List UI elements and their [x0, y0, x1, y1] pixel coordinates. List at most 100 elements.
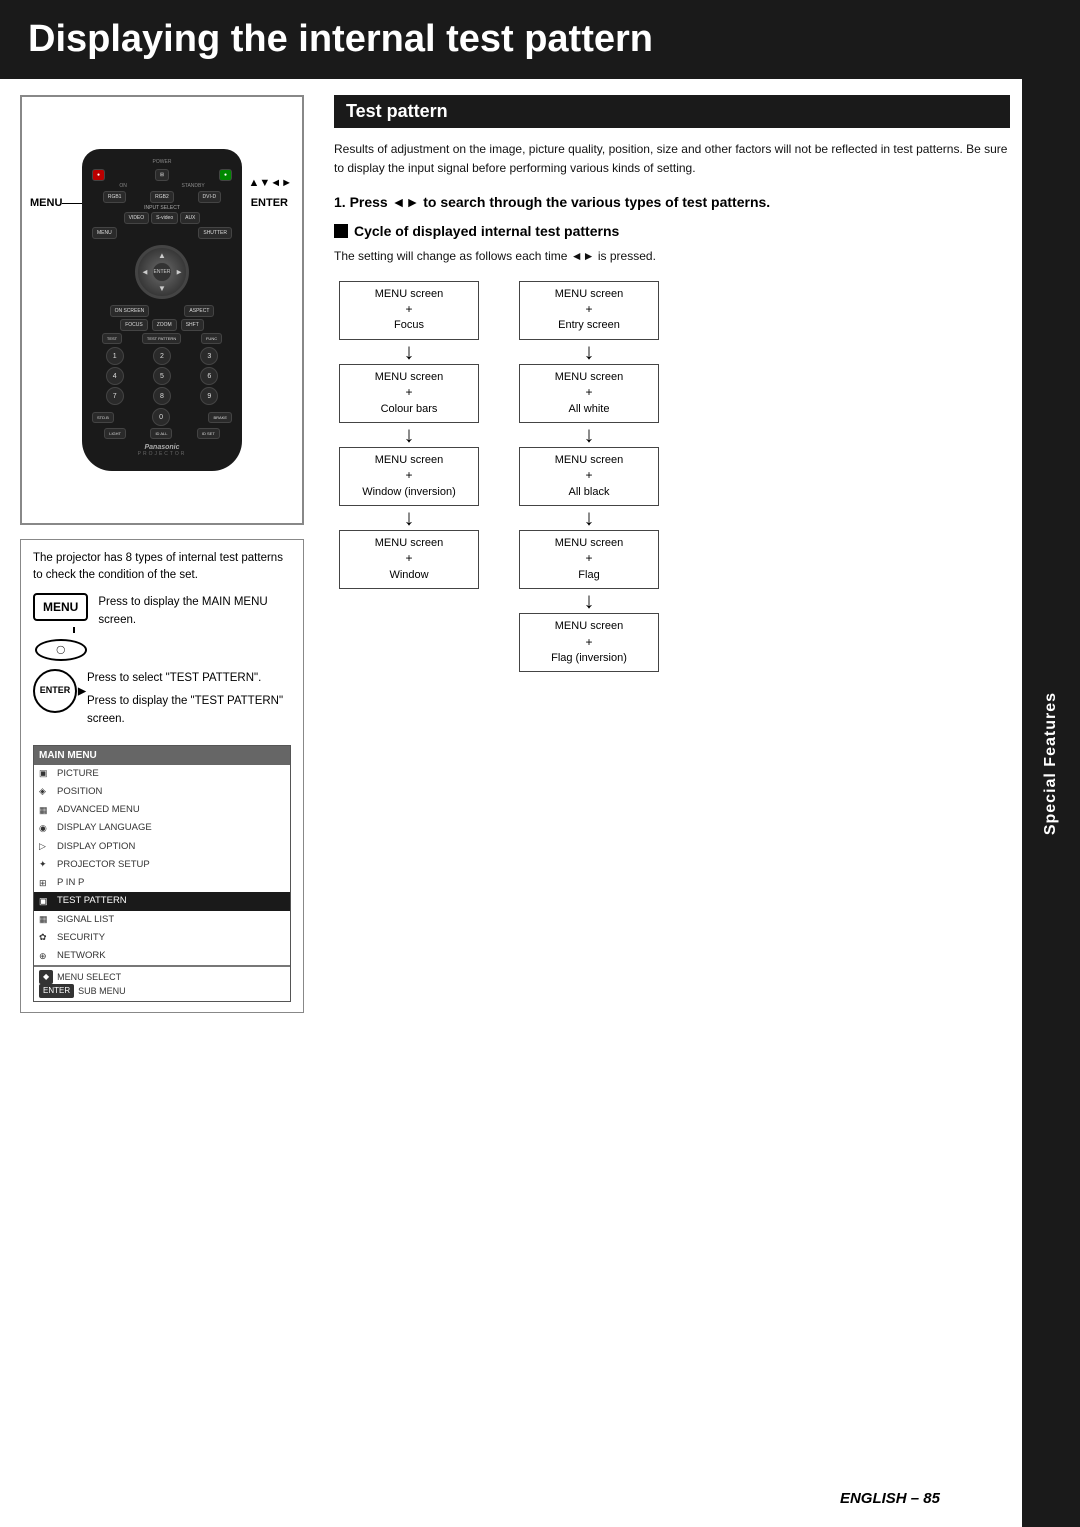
- language-label: DISPLAY LANGUAGE: [57, 821, 152, 835]
- signal-list-icon: ▦: [39, 913, 53, 927]
- security-label: SECURITY: [57, 931, 105, 945]
- all-white-line3: All white: [569, 403, 610, 415]
- menu-btn-group: MENU ◯: [33, 593, 88, 661]
- step-1-text: Press ◄► to search through the various t…: [350, 194, 771, 210]
- security-icon: ✿: [39, 931, 53, 945]
- menu-button-icon: MENU: [33, 593, 88, 621]
- network-icon: ⊕: [39, 950, 53, 964]
- flow-node-colour-bars: MENU screen + Colour bars: [339, 364, 479, 423]
- menu-select-label: MENU SELECT: [57, 971, 121, 985]
- menu-item-display-option: ▷ DISPLAY OPTION: [34, 838, 290, 856]
- all-white-line1: MENU screen: [555, 371, 623, 383]
- menu-item-security: ✿ SECURITY: [34, 929, 290, 947]
- menu-item-pip: ⊞ P IN P: [34, 874, 290, 892]
- page-header: Displaying the internal test pattern: [0, 0, 1080, 79]
- step-1-heading: 1. Press ◄► to search through the variou…: [334, 192, 1010, 213]
- menu-label-annotation: MENU: [30, 197, 62, 209]
- position-label: POSITION: [57, 785, 102, 799]
- window-inv-line1: MENU screen: [375, 454, 443, 466]
- flow-two-cols: MENU screen + Focus ↓ MENU screen + Colo…: [334, 281, 1010, 673]
- flow-node-all-white: MENU screen + All white: [519, 364, 659, 423]
- all-black-line3: All black: [569, 486, 610, 498]
- enter-label-annotation: ENTER: [251, 197, 288, 209]
- flow-node-focus: MENU screen + Focus: [339, 281, 479, 340]
- display-option-icon: ▷: [39, 840, 53, 854]
- intro-text: Results of adjustment on the image, pict…: [334, 140, 1010, 178]
- enter-arrow-icon: ►: [75, 680, 89, 701]
- language-icon: ◉: [39, 822, 53, 836]
- flow-node-all-black: MENU screen + All black: [519, 447, 659, 506]
- picture-icon: ▣: [39, 767, 53, 781]
- main-menu-table: MAIN MENU ▣ PICTURE ◈ POSITION ▦ ADVANCE…: [33, 745, 291, 1003]
- flow-node-window-inversion: MENU screen + Window (inversion): [339, 447, 479, 506]
- arrow-down-r1: ↓: [584, 341, 595, 363]
- menu-item-advanced: ▦ ADVANCED MENU: [34, 801, 290, 819]
- enter-instruction-2: Press to select "TEST PATTERN".: [87, 669, 291, 687]
- flag-line1: MENU screen: [555, 537, 623, 549]
- remote-control-image: MENU ▲▼◄► ENTER POWER ● ⊞ ●: [20, 95, 304, 525]
- colour-bars-line3: Colour bars: [381, 403, 438, 415]
- enter-label: ENTER: [40, 684, 71, 698]
- projector-setup-label: PROJECTOR SETUP: [57, 858, 150, 872]
- arrow-down-r3: ↓: [584, 507, 595, 529]
- page-title: Displaying the internal test pattern: [28, 18, 1052, 61]
- flow-left-col: MENU screen + Focus ↓ MENU screen + Colo…: [334, 281, 484, 673]
- arrow-down-1: ↓: [404, 341, 415, 363]
- flow-node-entry: MENU screen + Entry screen: [519, 281, 659, 340]
- page-footer: ENGLISH – 85: [0, 1490, 1020, 1507]
- advanced-label: ADVANCED MENU: [57, 803, 140, 817]
- flag-inv-line3: Flag (inversion): [551, 652, 627, 664]
- arrow-down-3: ↓: [404, 507, 415, 529]
- arrow-down-r4: ↓: [584, 590, 595, 612]
- select-key: ◆: [39, 970, 53, 984]
- window-line3: Window: [389, 569, 428, 581]
- menu-item-network: ⊕ NETWORK: [34, 947, 290, 965]
- section-heading: Test pattern: [334, 95, 1010, 128]
- display-option-label: DISPLAY OPTION: [57, 840, 135, 854]
- test-pattern-label: TEST PATTERN: [57, 894, 127, 908]
- menu-footer: ◆ MENU SELECT ENTER SUB MENU: [34, 966, 290, 1001]
- enter-btn-group: ENTER ►: [33, 669, 77, 713]
- flow-node-window: MENU screen + Window: [339, 530, 479, 589]
- menu-item-projector-setup: ✦ PROJECTOR SETUP: [34, 856, 290, 874]
- arrow-down-2: ↓: [404, 424, 415, 446]
- special-features-sidebar: Special Features: [1022, 0, 1080, 1527]
- footer-row-1: ◆ MENU SELECT: [39, 970, 285, 984]
- cycle-text: The setting will change as follows each …: [334, 247, 1010, 266]
- footer-row-2: ENTER SUB MENU: [39, 984, 285, 998]
- all-black-line1: MENU screen: [555, 454, 623, 466]
- flow-node-flag: MENU screen + Flag: [519, 530, 659, 589]
- colour-bars-line1: MENU screen: [375, 371, 443, 383]
- flow-right-col: MENU screen + Entry screen ↓ MENU screen…: [514, 281, 664, 673]
- flow-diagram: MENU screen + Focus ↓ MENU screen + Colo…: [334, 281, 1010, 673]
- window-inv-line3: Window (inversion): [362, 486, 456, 498]
- info-box: The projector has 8 types of internal te…: [20, 539, 304, 1013]
- entry-line3: Entry screen: [558, 319, 620, 331]
- step-num: 1.: [334, 194, 346, 210]
- menu-instruction-1: Press to display the MAIN MENU screen.: [98, 593, 291, 630]
- flag-line3: Flag: [578, 569, 599, 581]
- arrow-down-r2: ↓: [584, 424, 595, 446]
- pip-icon: ⊞: [39, 877, 53, 891]
- menu-dial-icon: ◯: [35, 639, 87, 661]
- left-column: MENU ▲▼◄► ENTER POWER ● ⊞ ●: [0, 79, 320, 1043]
- menu-item-test-pattern: ▣ TEST PATTERN: [34, 892, 290, 910]
- projector-setup-icon: ✦: [39, 858, 53, 872]
- sub-menu-label: SUB MENU: [78, 985, 126, 999]
- cycle-heading: Cycle of displayed internal test pattern…: [334, 223, 1010, 239]
- entry-line1: MENU screen: [555, 288, 623, 300]
- menu-instructions: Press to display the MAIN MENU screen.: [98, 593, 291, 638]
- focus-line3: Focus: [394, 319, 424, 331]
- menu-item-picture: ▣ PICTURE: [34, 765, 290, 783]
- main-content: MENU ▲▼◄► ENTER POWER ● ⊞ ●: [0, 79, 1080, 1043]
- flow-node-flag-inversion: MENU screen + Flag (inversion): [519, 613, 659, 672]
- black-square-icon: [334, 224, 348, 238]
- picture-label: PICTURE: [57, 767, 99, 781]
- menu-item-language: ◉ DISPLAY LANGUAGE: [34, 819, 290, 837]
- menu-item-signal-list: ▦ SIGNAL LIST: [34, 911, 290, 929]
- enter-btn-section: ENTER ► Press to select "TEST PATTERN". …: [33, 669, 291, 737]
- info-text: The projector has 8 types of internal te…: [33, 550, 291, 585]
- right-column: Test pattern Results of adjustment on th…: [320, 79, 1080, 1043]
- signal-list-label: SIGNAL LIST: [57, 913, 114, 927]
- special-features-label: Special Features: [1042, 692, 1060, 835]
